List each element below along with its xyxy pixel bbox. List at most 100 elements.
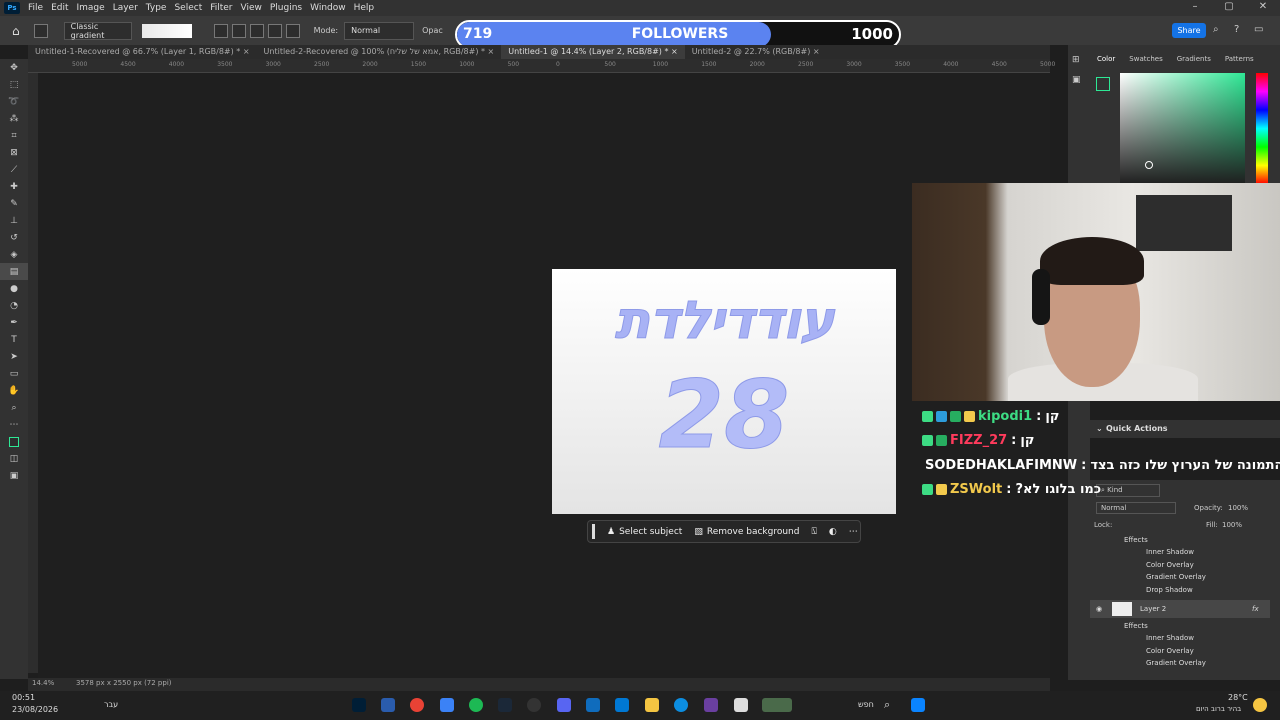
tab-untitled-1-recovered[interactable]: Untitled-1-Recovered @ 66.7% (Layer 1, R… [28,45,257,59]
pen-tool-icon[interactable]: ✒ [0,314,28,331]
tab-gradients[interactable]: Gradients [1170,55,1218,63]
maximize-icon[interactable]: ▢ [1212,0,1246,16]
angle-gradient-icon[interactable] [249,23,264,38]
mask-icon[interactable]: ⍂ [811,527,816,537]
opacity-value[interactable]: 100% [1228,504,1248,512]
share-button[interactable]: Share [1172,23,1206,38]
effects-row[interactable]: Effects [1090,534,1270,546]
color-picker-field[interactable] [1120,73,1245,184]
widgets-taskbar-icon[interactable] [762,698,792,712]
visibility-eye-icon[interactable]: ◉ [1096,600,1102,618]
brush-tool-icon[interactable]: ✎ [0,195,28,212]
menu-select[interactable]: Select [170,3,206,13]
zoom-level[interactable]: 14.4% [32,679,54,687]
fill-value[interactable]: 100% [1222,521,1242,529]
clock-time[interactable]: 00:51 [12,693,35,702]
menu-edit[interactable]: Edit [47,3,72,13]
move-tool-icon[interactable]: ✥ [0,59,28,76]
gradient-overlay-row[interactable]: Gradient Overlay [1090,571,1270,583]
tab-swatches[interactable]: Swatches [1122,55,1169,63]
hue-slider[interactable] [1256,73,1268,184]
reflected-gradient-icon[interactable] [267,23,282,38]
tab-untitled-1[interactable]: Untitled-1 @ 14.4% (Layer 2, RGB/8#) * × [501,45,685,59]
menu-help[interactable]: Help [350,3,379,13]
weather-sun-icon[interactable] [1253,698,1267,712]
quick-mask-icon[interactable]: ◫ [0,450,28,467]
healing-tool-icon[interactable]: ✚ [0,178,28,195]
comments-icon[interactable]: ▣ [1072,75,1090,85]
frame-tool-icon[interactable]: ⊠ [0,144,28,161]
tool-preset-icon[interactable] [33,23,48,38]
mail-taskbar-icon[interactable] [586,698,600,712]
hand-tool-icon[interactable]: ✋ [0,382,28,399]
inner-shadow-row-2[interactable]: Inner Shadow [1090,632,1270,644]
more-tools-icon[interactable]: ⋯ [0,416,28,433]
taskbar-search-icon[interactable]: ⌕ [884,698,890,712]
spotify-taskbar-icon[interactable] [469,698,483,712]
photoshop-logo-icon[interactable]: Ps [4,2,20,14]
mode-dropdown[interactable]: Normal [344,21,415,40]
tab-color[interactable]: Color [1090,55,1122,63]
layer-2-row[interactable]: ◉ Layer 2 fx [1090,600,1270,618]
photoshop-taskbar-icon[interactable] [352,698,366,712]
linear-gradient-icon[interactable] [213,23,228,38]
app3-taskbar-icon[interactable] [734,698,748,712]
fx-icon[interactable]: fx [1252,600,1259,618]
app2-taskbar-icon[interactable] [704,698,718,712]
gradient-swatch[interactable] [141,23,192,38]
notes-taskbar-icon[interactable] [381,698,395,712]
color-swatches-icon[interactable] [0,433,28,450]
tab-patterns[interactable]: Patterns [1218,55,1261,63]
gradient-preset-dropdown[interactable]: Classic gradient [63,21,132,40]
radial-gradient-icon[interactable] [231,23,246,38]
blur-tool-icon[interactable]: ● [0,280,28,297]
effects-row-2[interactable]: Effects [1090,620,1270,632]
color-overlay-row-2[interactable]: Color Overlay [1090,645,1270,657]
menu-filter[interactable]: Filter [206,3,236,13]
language-indicator[interactable]: עבר [104,700,118,709]
drag-handle[interactable] [592,524,595,539]
menu-layer[interactable]: Layer [109,3,142,13]
start-windows-icon[interactable] [911,698,925,712]
magic-wand-tool-icon[interactable]: ⁂ [0,110,28,127]
tab-untitled-2-recovered[interactable]: Untitled-2-Recovered @ 100% (אמא של שליח… [257,45,502,59]
temperature[interactable]: 28°C [1228,693,1248,702]
discord-taskbar-icon[interactable] [557,698,571,712]
stamp-tool-icon[interactable]: ⊥ [0,212,28,229]
workspace-icon[interactable]: ▭ [1254,24,1263,35]
path-select-tool-icon[interactable]: ➤ [0,348,28,365]
weather-text[interactable]: בהיר ברוב היום [1196,705,1241,713]
eyedropper-tool-icon[interactable]: ⟋ [0,161,28,178]
obs-taskbar-icon[interactable] [527,698,541,712]
menu-view[interactable]: View [237,3,266,13]
close-icon[interactable]: ✕ [1246,0,1280,16]
menu-image[interactable]: Image [73,3,109,13]
foreground-color-swatch[interactable] [1096,77,1110,91]
file-explorer-taskbar-icon[interactable] [645,698,659,712]
menu-plugins[interactable]: Plugins [266,3,306,13]
clock-date[interactable]: 23/08/2026 [12,705,58,714]
dodge-tool-icon[interactable]: ◔ [0,297,28,314]
inner-shadow-row[interactable]: Inner Shadow [1090,546,1270,558]
search-icon[interactable]: ⌕ [1213,24,1219,35]
search-box[interactable]: חפש [858,700,874,709]
history-icon[interactable]: ⊞ [1072,55,1090,65]
minimize-icon[interactable]: – [1178,0,1212,16]
edge-taskbar-icon[interactable] [674,698,688,712]
picker-cursor[interactable] [1145,161,1153,169]
screen-mode-icon[interactable]: ▣ [0,467,28,484]
drop-shadow-row[interactable]: Drop Shadow [1090,584,1270,596]
color-overlay-row[interactable]: Color Overlay [1090,559,1270,571]
help-icon[interactable]: ? [1234,24,1239,35]
menu-file[interactable]: File [24,3,47,13]
zoom-tool-icon[interactable]: ⌕ [0,399,28,416]
select-subject-button[interactable]: ♟ Select subject [607,527,682,537]
crop-tool-icon[interactable]: ⌗ [0,127,28,144]
history-brush-icon[interactable]: ↺ [0,229,28,246]
canvas-area[interactable] [38,73,1050,678]
steam-taskbar-icon[interactable] [498,698,512,712]
home-icon[interactable]: ⌂ [12,24,20,38]
store-taskbar-icon[interactable] [615,698,629,712]
marquee-tool-icon[interactable]: ⬚ [0,76,28,93]
diamond-gradient-icon[interactable] [285,23,300,38]
